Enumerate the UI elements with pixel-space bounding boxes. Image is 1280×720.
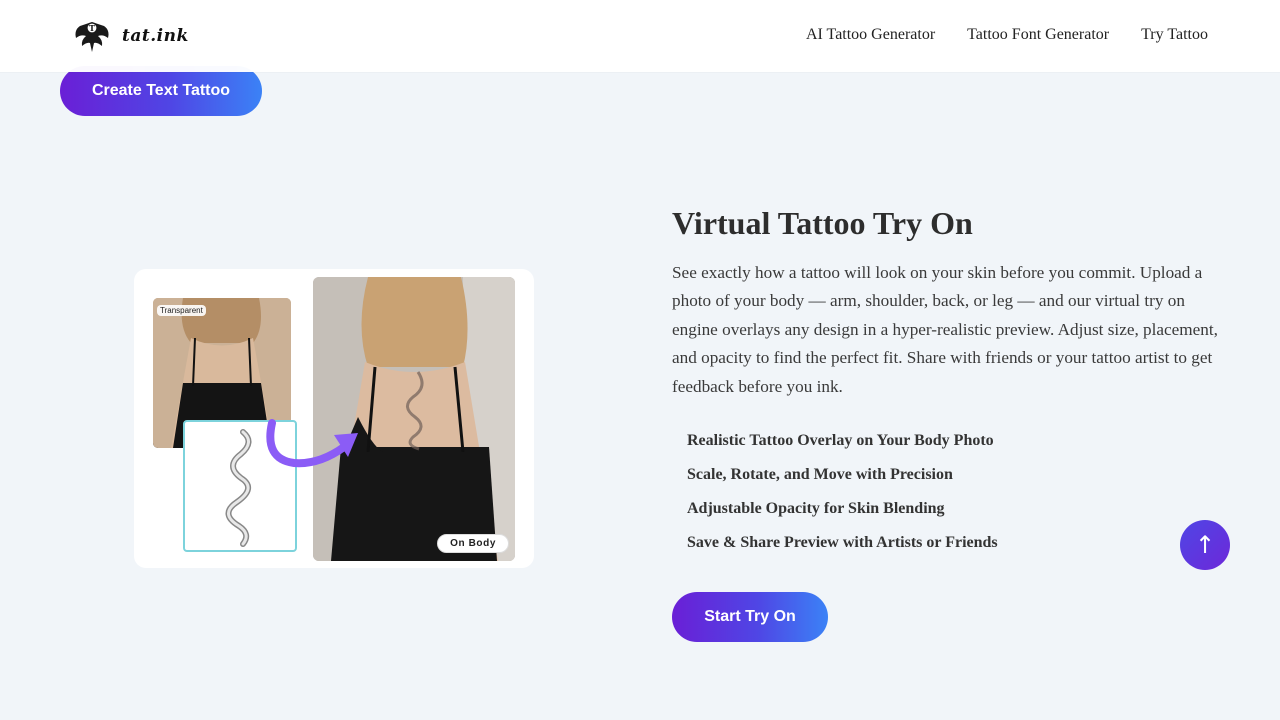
arrow-up-icon: ↑ bbox=[1194, 531, 1216, 559]
section-description: See exactly how a tattoo will look on yo… bbox=[672, 263, 1218, 396]
start-try-on-button[interactable]: Start Try On bbox=[672, 592, 828, 642]
try-on-showcase-image: Transparent On Body bbox=[134, 269, 534, 568]
feature-item: Adjustable Opacity for Skin Blending bbox=[687, 500, 945, 517]
transparent-tag: Transparent bbox=[157, 305, 206, 316]
winged-logo-icon: T bbox=[75, 22, 109, 52]
nav-try-tattoo[interactable]: Try Tattoo bbox=[1141, 26, 1208, 44]
feature-item: Scale, Rotate, and Move with Precision bbox=[687, 466, 953, 483]
site-header: T tat.ink AI Tattoo Generator Tattoo Fon… bbox=[0, 0, 1280, 72]
main-nav: AI Tattoo Generator Tattoo Font Generato… bbox=[806, 26, 1208, 44]
create-text-tattoo-button[interactable]: Create Text Tattoo bbox=[60, 66, 262, 116]
scroll-to-top-button[interactable]: ↑ bbox=[1180, 520, 1230, 570]
section-title: Virtual Tattoo Try On bbox=[672, 205, 973, 241]
feature-list: Realistic Tattoo Overlay on Your Body Ph… bbox=[687, 430, 998, 566]
on-body-tag: On Body bbox=[437, 534, 509, 553]
nav-tattoo-font-generator[interactable]: Tattoo Font Generator bbox=[967, 26, 1109, 44]
logo-text: tat.ink bbox=[122, 26, 189, 46]
logo[interactable]: T tat.ink bbox=[72, 16, 189, 56]
svg-text:T: T bbox=[89, 23, 95, 33]
feature-item: Save & Share Preview with Artists or Fri… bbox=[687, 534, 998, 551]
feature-item: Realistic Tattoo Overlay on Your Body Ph… bbox=[687, 432, 994, 449]
nav-ai-tattoo-generator[interactable]: AI Tattoo Generator bbox=[806, 26, 935, 44]
curved-arrow-icon bbox=[266, 419, 358, 468]
